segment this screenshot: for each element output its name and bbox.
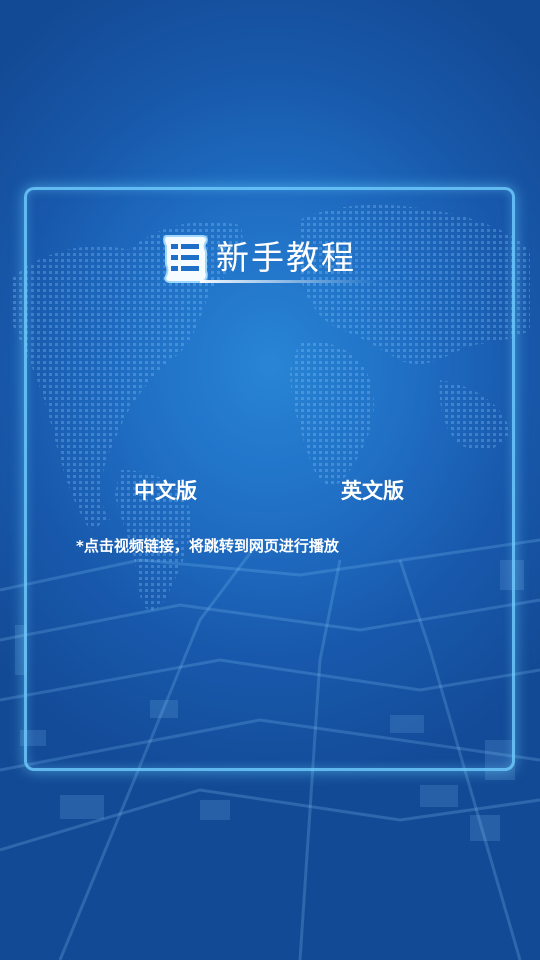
page-title: 新手教程 xyxy=(216,238,356,277)
video-link-note: *点击视频链接，将跳转到网页进行播放 xyxy=(76,537,339,555)
tutorial-header: 新手教程 xyxy=(160,232,380,286)
chinese-version-link[interactable]: 中文版 xyxy=(134,476,197,506)
list-scroll-icon xyxy=(163,235,208,283)
title-underline xyxy=(200,280,378,283)
english-version-link[interactable]: 英文版 xyxy=(341,476,404,506)
